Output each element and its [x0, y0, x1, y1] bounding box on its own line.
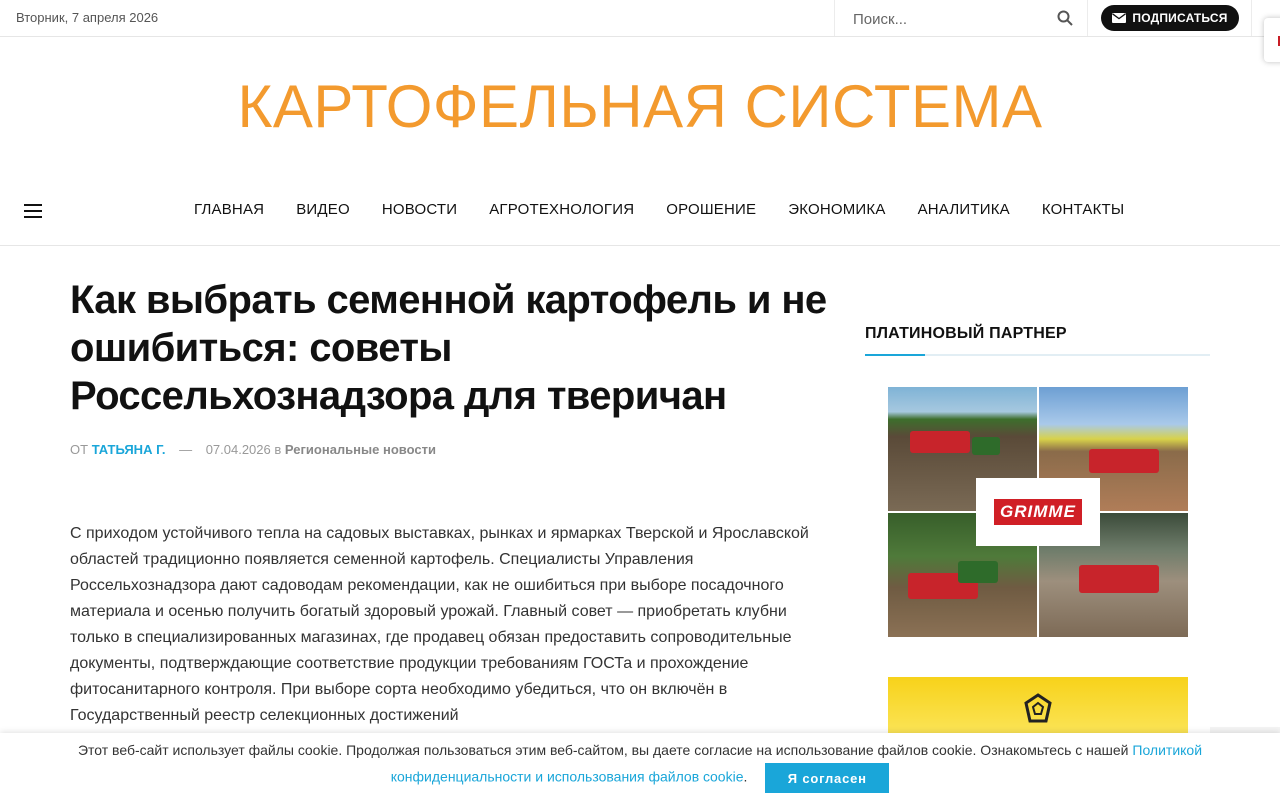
grimme-logo-text: GRIMME: [994, 499, 1082, 525]
subscribe-label: ПОДПИСАТЬСЯ: [1132, 11, 1228, 25]
category-link[interactable]: Региональные новости: [285, 442, 436, 457]
subscribe-button[interactable]: ПОДПИСАТЬСЯ: [1101, 5, 1239, 31]
article-date: 07.04.2026: [205, 442, 271, 457]
nav-item-contacts[interactable]: КОНТАКТЫ: [1026, 201, 1141, 218]
topbar-divider: [1251, 0, 1252, 36]
partner-banner[interactable]: GRIMME: [888, 387, 1188, 637]
menu-icon[interactable]: [24, 204, 42, 218]
search-box: [834, 0, 1088, 36]
nav-item-analytics[interactable]: АНАЛИТИКА: [902, 201, 1026, 218]
envelope-icon: [1112, 13, 1127, 23]
nav-item-economy[interactable]: ЭКОНОМИКА: [772, 201, 901, 218]
search-icon[interactable]: [1057, 10, 1073, 26]
article-title: Как выбрать семенной картофель и не ошиб…: [70, 278, 827, 418]
cookie-agree-button[interactable]: Я согласен: [765, 763, 890, 793]
brand-emblem-icon: [1024, 693, 1052, 723]
top-bar: Вторник, 7 апреля 2026 ПОДПИСАТЬСЯ: [0, 0, 1280, 37]
cookie-period: .: [743, 768, 748, 785]
sidebar-title: ПЛАТИНОВЫЙ ПАРТНЕР: [865, 325, 1067, 342]
nav-item-news[interactable]: НОВОСТИ: [366, 201, 473, 218]
sidebar-title-underline: [865, 354, 1210, 356]
nav-item-irrigation[interactable]: ОРОШЕНИЕ: [650, 201, 772, 218]
nav-item-video[interactable]: ВИДЕО: [280, 201, 366, 218]
author-link[interactable]: ТАТЬЯНА Г.: [92, 442, 166, 457]
site-logo[interactable]: КАРТОФЕЛЬНАЯ СИСТЕМА: [0, 72, 1280, 141]
nav-item-agrotech[interactable]: АГРОТЕХНОЛОГИЯ: [473, 201, 650, 218]
partner-banner-2[interactable]: [888, 677, 1188, 737]
nav-list: ГЛАВНАЯ ВИДЕО НОВОСТИ АГРОТЕХНОЛОГИЯ ОРО…: [178, 201, 1140, 218]
article-meta: ОТ ТАТЬЯНА Г. — 07.04.2026 в Региональны…: [70, 442, 436, 457]
meta-dash: —: [179, 442, 193, 457]
search-input[interactable]: [851, 8, 1045, 30]
cookie-message: Этот веб-сайт использует файлы cookie. П…: [77, 742, 1133, 758]
cookie-text: Этот веб-сайт использует файлы cookie. П…: [20, 737, 1260, 793]
meta-by: ОТ: [70, 442, 89, 457]
article-body: С приходом устойчивого тепла на садовых …: [70, 525, 809, 724]
nav-item-home[interactable]: ГЛАВНАЯ: [178, 201, 280, 218]
side-floating-tab[interactable]: [1264, 18, 1280, 62]
meta-in: в: [274, 442, 282, 457]
main-nav: ГЛАВНАЯ ВИДЕО НОВОСТИ АГРОТЕХНОЛОГИЯ ОРО…: [0, 176, 1280, 246]
grimme-logo: GRIMME: [976, 478, 1100, 546]
current-date: Вторник, 7 апреля 2026: [16, 10, 159, 25]
cookie-banner: Этот веб-сайт использует файлы cookie. П…: [0, 733, 1280, 800]
